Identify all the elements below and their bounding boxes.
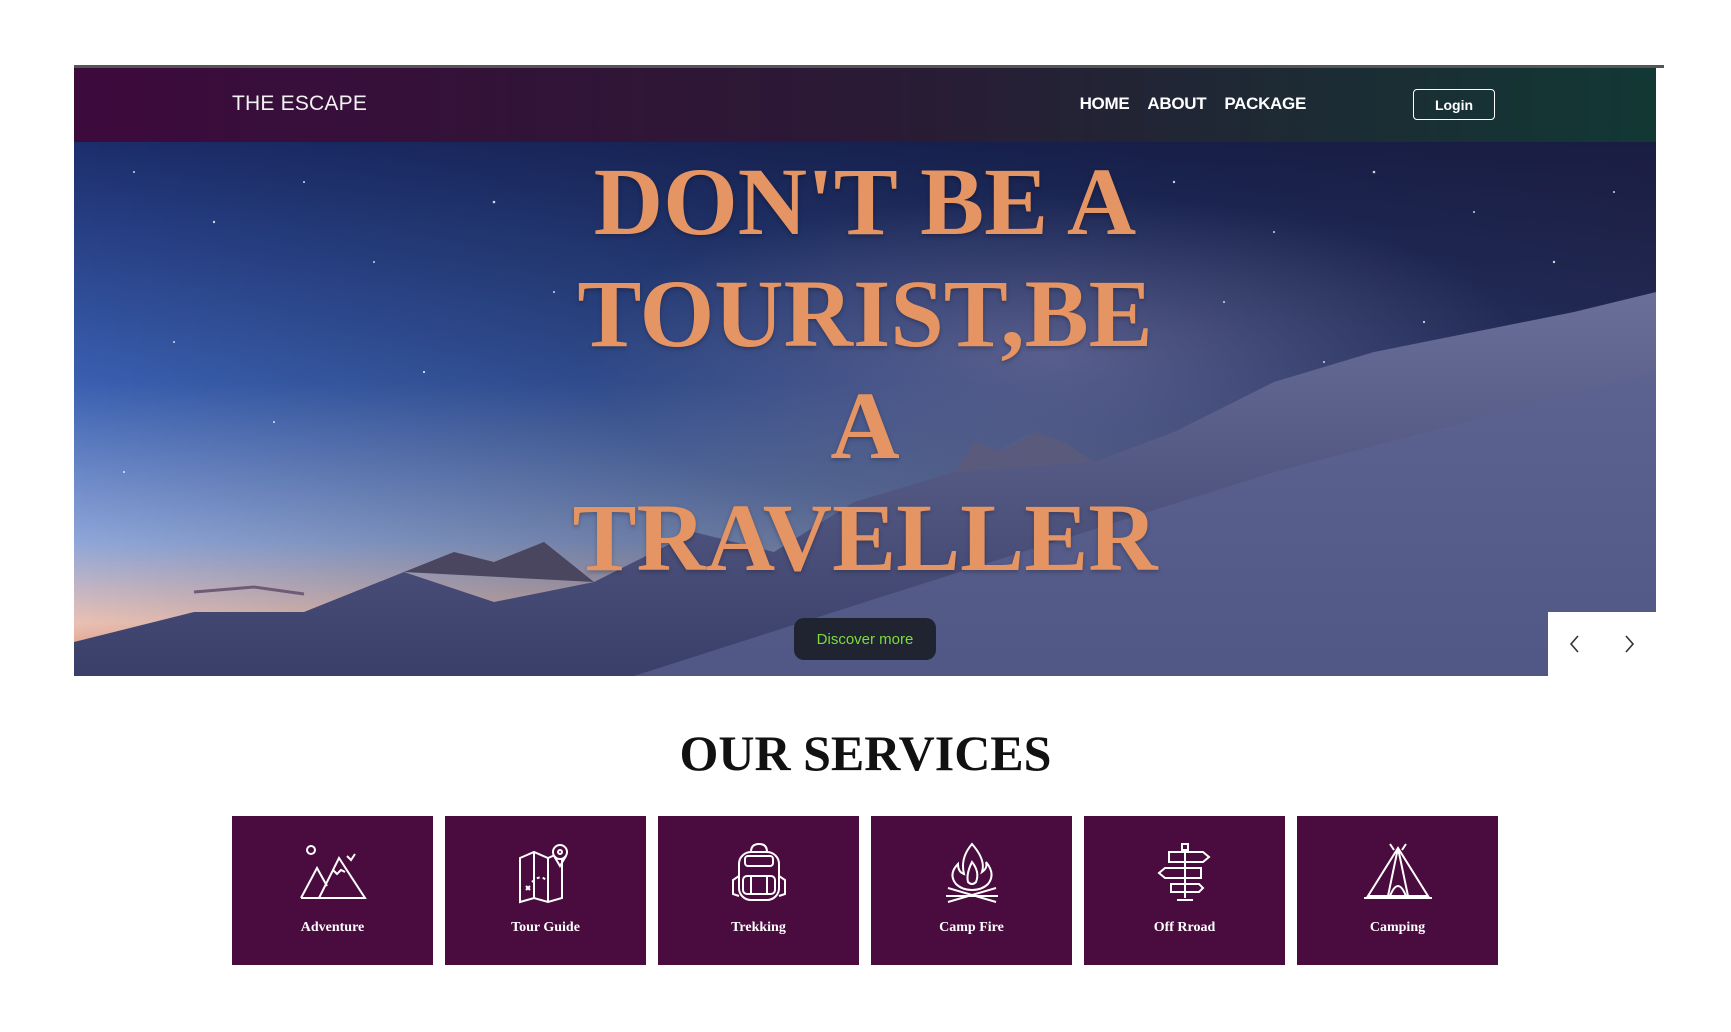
hero-headline: DON'T BE A TOURIST,BE A TRAVELLER (74, 146, 1656, 594)
backpack-icon (658, 842, 859, 904)
nav-home[interactable]: HOME (1080, 94, 1130, 114)
chevron-right-icon[interactable] (1614, 629, 1644, 659)
nav-package[interactable]: PACKAGE (1224, 94, 1306, 114)
service-label: Adventure (300, 920, 365, 935)
headline-line-2: TOURIST,BE (577, 260, 1153, 367)
service-label: Camp Fire (939, 920, 1004, 935)
navbar: THE ESCAPE HOME ABOUT PACKAGE Login (74, 68, 1656, 142)
headline-line-4: TRAVELLER (572, 484, 1158, 591)
tent-icon (1297, 842, 1498, 902)
service-card-camp-fire[interactable]: Camp Fire (871, 816, 1072, 965)
map-icon (445, 842, 646, 904)
service-card-tour-guide[interactable]: Tour Guide (445, 816, 646, 965)
service-label: Off Rroad (1153, 920, 1216, 935)
services-cards: Adventure Tour Guide Trekking Camp Fire … (232, 816, 1498, 965)
brand-logo[interactable]: THE ESCAPE (232, 92, 367, 116)
nav-links: HOME ABOUT PACKAGE (1080, 94, 1307, 114)
discover-more-button[interactable]: Discover more (794, 618, 936, 660)
service-label: Camping (1369, 920, 1426, 935)
hero-carousel: DON'T BE A TOURIST,BE A TRAVELLER Discov… (74, 142, 1656, 676)
headline-line-3: A (830, 372, 900, 479)
service-label: Tour Guide (511, 920, 580, 935)
service-card-camping[interactable]: Camping (1297, 816, 1498, 965)
login-button[interactable]: Login (1413, 89, 1495, 120)
campfire-icon (871, 842, 1072, 904)
signpost-icon (1084, 842, 1285, 904)
chevron-left-icon[interactable] (1560, 629, 1590, 659)
headline-line-1: DON'T BE A (593, 148, 1137, 255)
page-frame: THE ESCAPE HOME ABOUT PACKAGE Login DON'… (74, 68, 1656, 676)
service-label: Trekking (731, 920, 786, 935)
service-card-trekking[interactable]: Trekking (658, 816, 859, 965)
service-card-adventure[interactable]: Adventure (232, 816, 433, 965)
service-card-off-road[interactable]: Off Rroad (1084, 816, 1285, 965)
mountain-icon (232, 842, 433, 902)
nav-about[interactable]: ABOUT (1147, 94, 1206, 114)
carousel-controls (1548, 612, 1656, 676)
services-title: OUR SERVICES (679, 725, 1052, 781)
